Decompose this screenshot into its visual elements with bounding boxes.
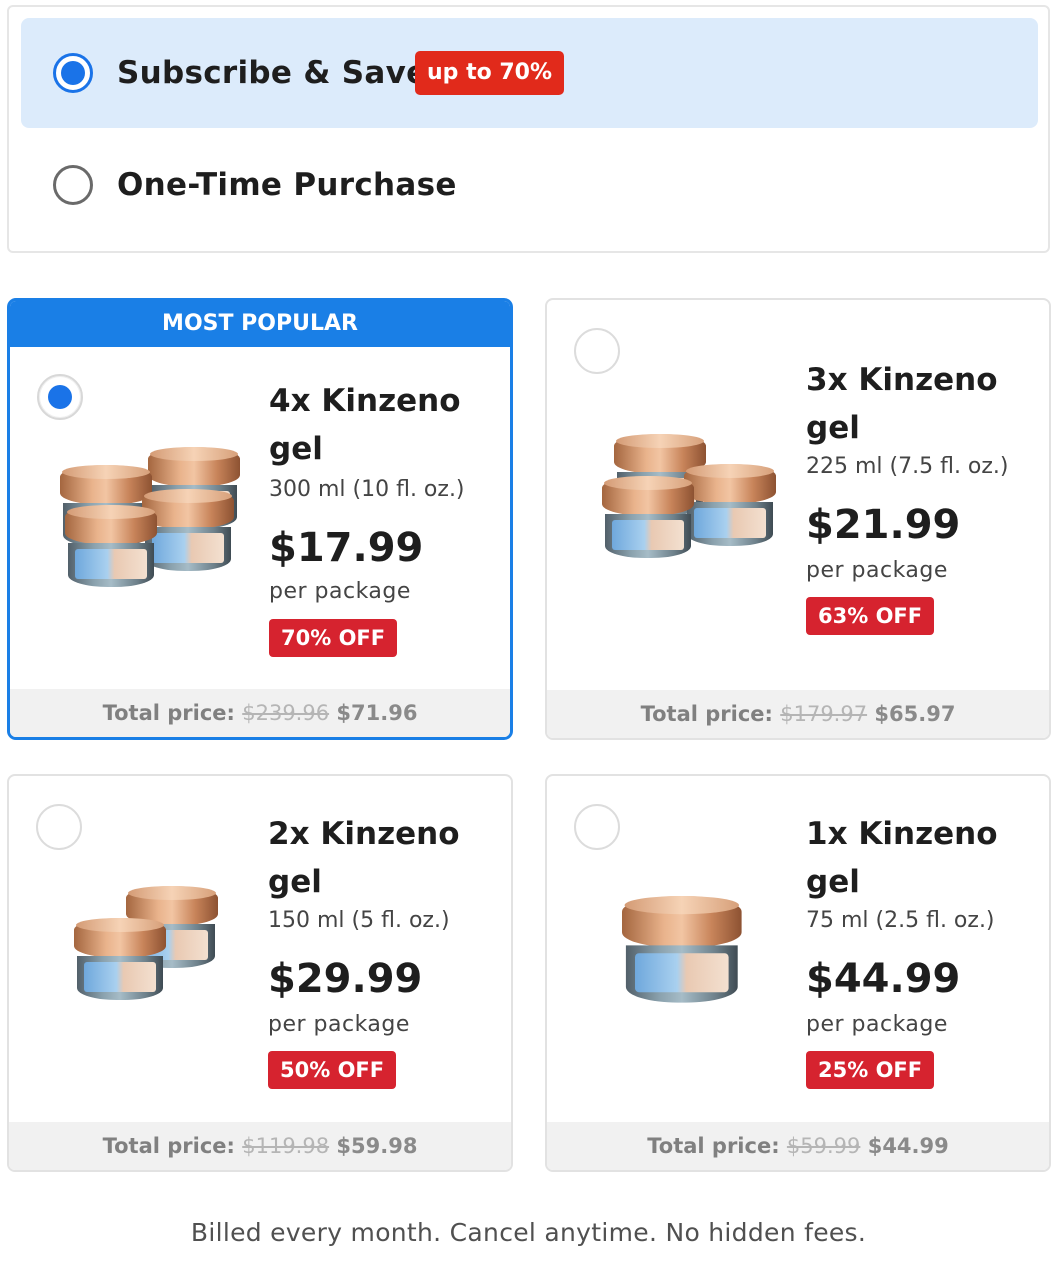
package-radio-4x[interactable]	[37, 374, 83, 420]
product-volume: 75 ml (2.5 fl. oz.)	[806, 908, 995, 933]
discount-badge: 50% OFF	[268, 1051, 397, 1089]
product-name: 4x Kinzeno gel	[269, 383, 461, 467]
discounted-total: $44.99	[867, 1134, 949, 1158]
product-image-2x	[74, 886, 244, 1016]
subscribe-radio[interactable]	[53, 53, 93, 93]
total-price-label: Total price:	[102, 701, 235, 725]
package-radio-3x[interactable]	[574, 328, 620, 374]
total-price-row: Total price: $179.97 $65.97	[547, 690, 1049, 738]
original-total: $179.97	[780, 702, 868, 726]
package-card-2x[interactable]: 2x Kinzeno gel 150 ml (5 fl. oz.) $29.99…	[7, 774, 513, 1172]
total-price-label: Total price:	[102, 1134, 235, 1158]
product-price: $17.99	[269, 525, 424, 571]
subscribe-save-option[interactable]: Subscribe & Save up to 70%	[21, 18, 1038, 128]
billing-note: Billed every month. Cancel anytime. No h…	[190, 1218, 867, 1247]
total-price-row: Total price: $59.99 $44.99	[547, 1122, 1049, 1170]
discounted-total: $65.97	[874, 702, 956, 726]
subscribe-label: Subscribe & Save	[117, 55, 428, 91]
price-unit-label: per package	[806, 558, 948, 583]
package-card-1x[interactable]: 1x Kinzeno gel 75 ml (2.5 fl. oz.) $44.9…	[545, 774, 1051, 1172]
original-total: $59.99	[786, 1134, 861, 1158]
product-price: $21.99	[806, 502, 961, 548]
discount-badge: 70% OFF	[269, 619, 398, 657]
discounted-total: $71.96	[336, 701, 418, 725]
package-card-3x[interactable]: 3x Kinzeno gel 225 ml (7.5 fl. oz.) $21.…	[545, 298, 1051, 740]
original-total: $119.98	[242, 1134, 330, 1158]
one-time-label: One-Time Purchase	[117, 167, 457, 203]
original-total: $239.96	[242, 701, 330, 725]
discounted-total: $59.98	[336, 1134, 418, 1158]
total-price-label: Total price:	[647, 1134, 780, 1158]
one-time-radio[interactable]	[53, 165, 93, 205]
product-name: 1x Kinzeno gel	[806, 816, 998, 900]
product-image-3x	[602, 434, 782, 564]
one-time-purchase-option[interactable]: One-Time Purchase	[21, 130, 1038, 240]
price-unit-label: per package	[806, 1012, 948, 1037]
price-unit-label: per package	[268, 1012, 410, 1037]
discount-badge: 25% OFF	[806, 1051, 935, 1089]
total-price-row: Total price: $119.98 $59.98	[9, 1122, 511, 1170]
most-popular-banner: MOST POPULAR	[10, 301, 510, 347]
product-name: 2x Kinzeno gel	[268, 816, 460, 900]
package-radio-2x[interactable]	[36, 804, 82, 850]
product-image-1x	[622, 896, 752, 1016]
price-unit-label: per package	[269, 579, 411, 604]
product-volume: 150 ml (5 fl. oz.)	[268, 908, 450, 933]
savings-badge: up to 70%	[415, 51, 565, 95]
total-price-row: Total price: $239.96 $71.96	[10, 689, 510, 737]
discount-badge: 63% OFF	[806, 597, 935, 635]
product-name: 3x Kinzeno gel	[806, 362, 998, 446]
product-price: $29.99	[268, 956, 423, 1002]
package-radio-1x[interactable]	[574, 804, 620, 850]
product-volume: 300 ml (10 fl. oz.)	[269, 477, 465, 502]
product-image-4x	[60, 447, 250, 597]
total-price-label: Total price:	[640, 702, 773, 726]
product-volume: 225 ml (7.5 fl. oz.)	[806, 454, 1009, 479]
purchase-type-box: Subscribe & Save up to 70% One-Time Purc…	[7, 5, 1050, 253]
package-card-4x[interactable]: MOST POPULAR 4x Kinzeno gel 300 ml (10 f…	[7, 298, 513, 740]
product-price: $44.99	[806, 956, 961, 1002]
